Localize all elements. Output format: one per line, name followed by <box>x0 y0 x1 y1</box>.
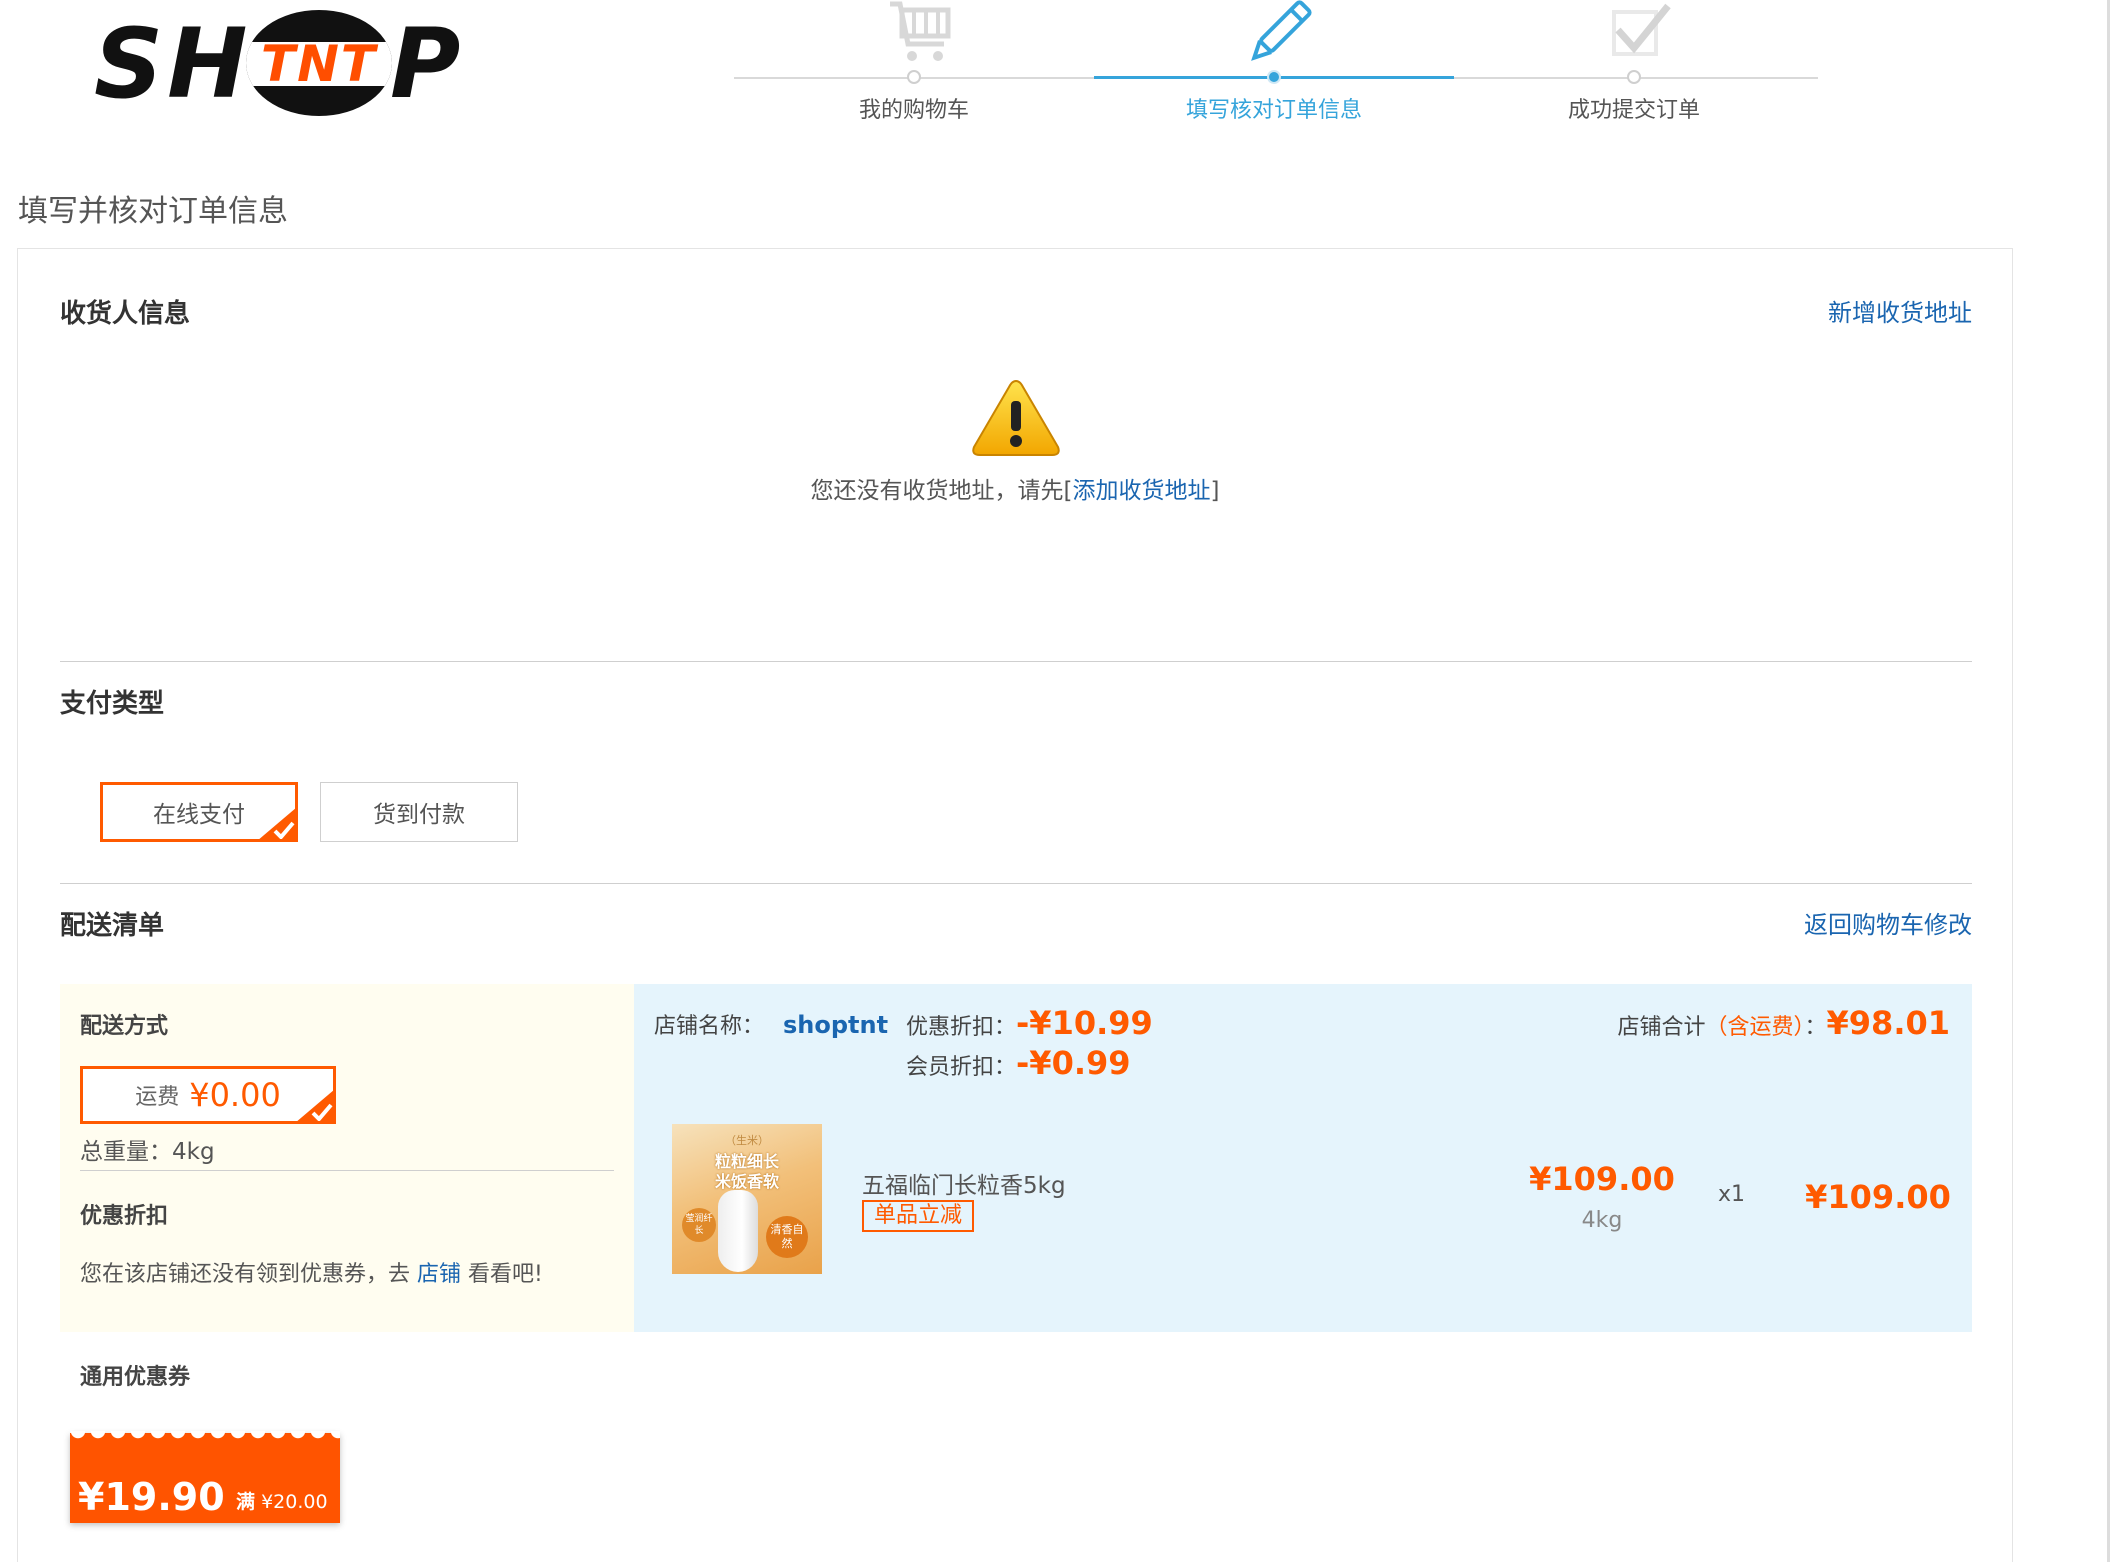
shop-link[interactable]: 店铺 <box>417 1262 461 1287</box>
shop-label: 店铺名称： <box>654 1014 765 1039</box>
selected-check-icon <box>259 808 295 839</box>
member-discount-row: 会员折扣：-¥0.99 <box>906 1044 1131 1082</box>
step-label-cart: 我的购物车 <box>858 98 969 123</box>
step-cart: 我的购物车 <box>734 0 1094 140</box>
logo-disc: TNT <box>246 10 392 116</box>
shop-coupon-message: 您在该店铺还没有领到优惠券，去 店铺 看看吧! <box>80 1256 543 1288</box>
coupon-msg-prefix: 您在该店铺还没有领到优惠券，去 <box>80 1262 411 1287</box>
pay-online-label: 在线支付 <box>153 802 245 828</box>
pencil-icon <box>1251 0 1312 61</box>
back-to-cart-link[interactable]: 返回购物车修改 <box>1804 905 1972 940</box>
delivery-title: 配送清单 <box>60 911 165 941</box>
add-address-link[interactable]: 新增收货地址 <box>1828 293 1972 328</box>
checkout-steps: 我的购物车 填写核对订单信息 成功提交订单 <box>734 0 1818 140</box>
promo-discount-label: 优惠折扣： <box>906 1015 1017 1040</box>
coupon-scallop-edge <box>70 1431 340 1445</box>
member-discount-label: 会员折扣： <box>906 1055 1017 1080</box>
page-title: 填写并核对订单信息 <box>18 194 288 229</box>
empty-address-message: 您还没有收货地址，请先[添加收货地址] <box>18 471 2012 505</box>
product-image-caption-2: 米饭香软 <box>714 1172 779 1191</box>
pay-online-button[interactable]: 在线支付 <box>100 782 298 842</box>
shop-total-note: （含运费） <box>1705 1015 1805 1040</box>
logo-text-right: P <box>390 8 461 120</box>
shop-total-colon: ： <box>1804 1015 1827 1040</box>
product-image-caption-top: （生米） <box>725 1134 769 1147</box>
shipping-panel: 配送方式 运费 ¥0.00 总重量：4kg 优惠折扣 您在该店铺还没有领到优惠券… <box>60 984 634 1332</box>
step-label-fill-order: 填写核对订单信息 <box>1185 98 1362 123</box>
coupon-condition: 满 ¥20.00 <box>236 1487 328 1514</box>
empty-address-suffix: ] <box>1210 478 1220 504</box>
cart-icon <box>890 1 951 61</box>
total-weight: 总重量：4kg <box>80 1132 614 1171</box>
freight-option[interactable]: 运费 ¥0.00 <box>80 1066 336 1124</box>
product-image-caption-stamp: 清香自然 <box>766 1216 808 1258</box>
shop-total-label: 店铺合计 <box>1617 1015 1706 1040</box>
freight-value: ¥0.00 <box>189 1076 281 1114</box>
instant-discount-tag: 单品立减 <box>862 1200 975 1232</box>
step-dot <box>1267 70 1281 84</box>
divider <box>60 661 1972 662</box>
shipping-method-title: 配送方式 <box>80 1014 169 1039</box>
shop-total-value: ¥98.01 <box>1826 1004 1950 1042</box>
shop-name[interactable]: shoptnt <box>783 1011 888 1039</box>
checkmark-icon <box>1612 3 1671 56</box>
logo-text-left: SH <box>94 8 252 120</box>
quantity: x1 <box>1718 1182 1746 1207</box>
product-name[interactable]: 五福临门长粒香5kg <box>862 1166 1066 1200</box>
discount-title: 优惠折扣 <box>80 1204 169 1229</box>
pay-cod-label: 货到付款 <box>373 802 465 828</box>
freight-label: 运费 <box>135 1085 180 1110</box>
shop-total-row: 店铺合计（含运费）：¥98.01 <box>1617 1004 1950 1042</box>
unit-price: ¥109.00 <box>1529 1160 1675 1198</box>
coupon-condition-value: ¥20.00 <box>261 1491 328 1513</box>
payment-title: 支付类型 <box>60 689 165 719</box>
brand-logo[interactable]: SH TNT P <box>94 10 464 120</box>
step-fill-order: 填写核对订单信息 <box>1094 0 1454 140</box>
promo-discount-value: -¥10.99 <box>1016 1004 1153 1042</box>
step-dot <box>1627 70 1641 84</box>
step-dot <box>907 70 921 84</box>
product-image[interactable]: （生米） 粒粒细长 米饭香软 莹润纤长 清香自然 <box>672 1124 822 1274</box>
step-label-submitted: 成功提交订单 <box>1567 98 1700 123</box>
coupon-msg-suffix: 看看吧! <box>468 1262 543 1287</box>
add-address-inline-link[interactable]: 添加收货地址 <box>1073 478 1211 504</box>
shop-name-row: 店铺名称： shoptnt <box>654 1008 888 1040</box>
coupon-value: ¥19.90 <box>78 1475 225 1519</box>
coupon-condition-prefix: 满 <box>236 1491 256 1513</box>
rice-grain-shape <box>718 1190 758 1272</box>
warning-icon <box>972 379 1060 456</box>
general-coupon-card[interactable]: ¥19.90 满 ¥20.00 <box>70 1431 340 1523</box>
line-subtotal: ¥109.00 <box>1805 1178 1951 1216</box>
logo-band: TNT <box>246 35 392 93</box>
promo-discount-row: 优惠折扣：-¥10.99 <box>906 1004 1153 1042</box>
receiver-title: 收货人信息 <box>60 299 191 329</box>
step-submitted: 成功提交订单 <box>1454 0 1814 140</box>
order-card: 收货人信息 新增收货地址 您还没有收货地址，请先[添加收货地址] 支付类型 在线… <box>17 248 2013 1562</box>
divider <box>60 883 1972 884</box>
empty-address-prefix: 您还没有收货地址，请先[ <box>810 478 1073 504</box>
member-discount-value: -¥0.99 <box>1016 1044 1131 1082</box>
general-coupon-title: 通用优惠券 <box>80 1365 191 1390</box>
shop-order-panel: 店铺名称： shoptnt 优惠折扣：-¥10.99 会员折扣：-¥0.99 店… <box>634 984 1972 1332</box>
unit-weight: 4kg <box>1581 1208 1623 1233</box>
pay-cod-button[interactable]: 货到付款 <box>320 782 518 842</box>
product-image-caption-side: 莹润纤长 <box>682 1208 716 1242</box>
selected-check-icon <box>297 1090 333 1121</box>
